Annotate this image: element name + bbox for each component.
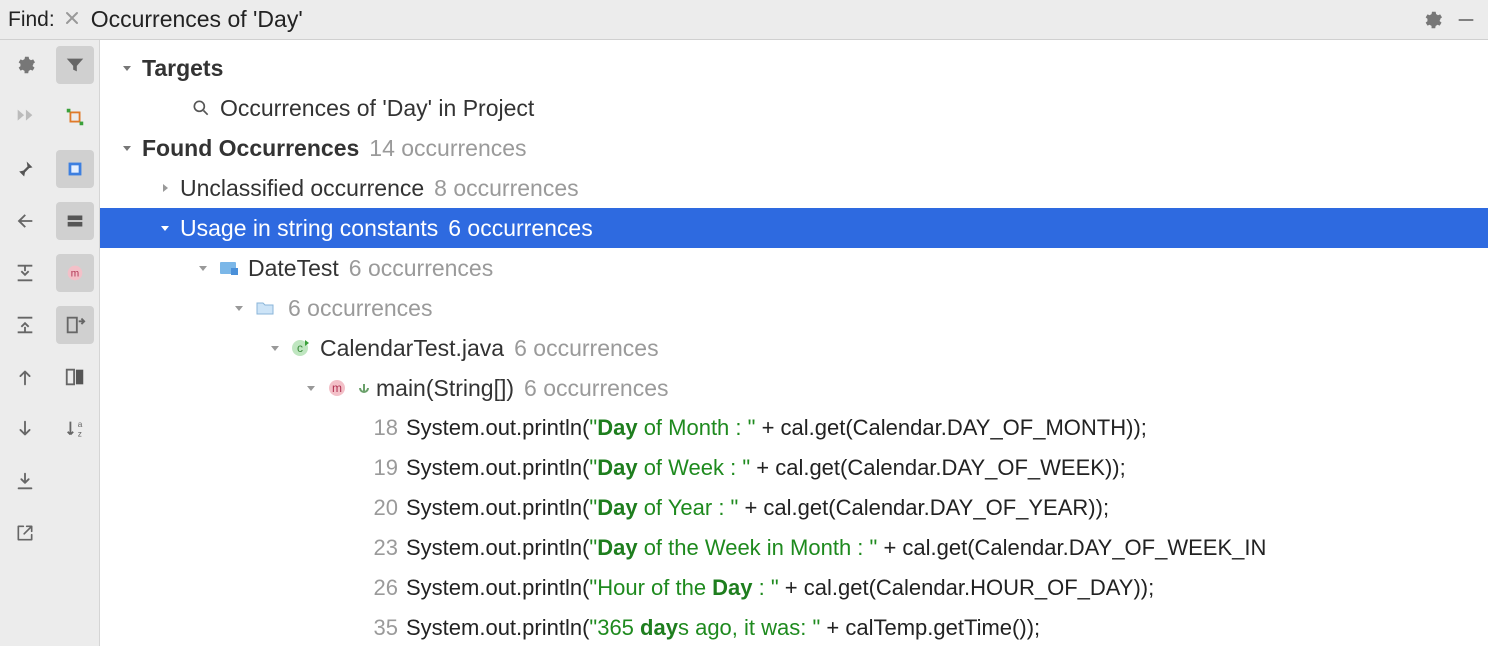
chevron-down-icon[interactable] bbox=[302, 379, 320, 397]
next-occurrence-icon[interactable] bbox=[6, 410, 44, 448]
usage-label: Usage in string constants bbox=[180, 215, 438, 242]
svg-text:z: z bbox=[77, 429, 81, 438]
group-usage-icon[interactable] bbox=[56, 98, 94, 136]
code-snippet: System.out.println("Day of Month : " + c… bbox=[406, 415, 1147, 441]
found-count: 14 occurrences bbox=[369, 135, 526, 162]
usage-count: 6 occurrences bbox=[448, 215, 592, 242]
filter-icon[interactable] bbox=[56, 46, 94, 84]
group-method-icon[interactable]: m bbox=[56, 254, 94, 292]
code-snippet: System.out.println("Day of the Week in M… bbox=[406, 535, 1266, 561]
code-snippet: System.out.println("365 days ago, it was… bbox=[406, 615, 1040, 641]
find-header: Find: Occurrences of 'Day' bbox=[0, 0, 1488, 40]
method-icon: m bbox=[326, 377, 348, 399]
occurrence-row[interactable]: 35 System.out.println("365 days ago, it w… bbox=[100, 608, 1488, 646]
collapse-all-icon[interactable] bbox=[6, 306, 44, 344]
targets-sub-label: Occurrences of 'Day' in Project bbox=[220, 95, 534, 122]
code-snippet: System.out.println("Day of Week : " + ca… bbox=[406, 455, 1126, 481]
code-snippet: System.out.println("Day of Year : " + ca… bbox=[406, 495, 1109, 521]
preview-icon[interactable] bbox=[56, 358, 94, 396]
method-count: 6 occurrences bbox=[524, 375, 668, 402]
svg-text:c: c bbox=[297, 341, 303, 355]
export-bottom-icon[interactable] bbox=[6, 462, 44, 500]
rerun-icon[interactable] bbox=[6, 98, 44, 136]
static-icon bbox=[356, 377, 372, 399]
occurrence-row[interactable]: 20 System.out.println("Day of Year : " + … bbox=[100, 488, 1488, 528]
back-icon[interactable] bbox=[6, 202, 44, 240]
occurrence-row[interactable]: 19 System.out.println("Day of Week : " + … bbox=[100, 448, 1488, 488]
tool-column-right: m az bbox=[50, 40, 100, 646]
line-number: 35 bbox=[362, 615, 398, 641]
targets-label: Targets bbox=[142, 55, 223, 82]
unclassified-node[interactable]: Unclassified occurrence 8 occurrences bbox=[100, 168, 1488, 208]
usage-node[interactable]: Usage in string constants 6 occurrences bbox=[100, 208, 1488, 248]
find-label: Find: bbox=[8, 8, 55, 32]
chevron-down-icon[interactable] bbox=[118, 59, 136, 77]
module-node[interactable]: DateTest 6 occurrences bbox=[100, 248, 1488, 288]
svg-text:a: a bbox=[77, 420, 82, 429]
line-number: 26 bbox=[362, 575, 398, 601]
found-label: Found Occurrences bbox=[142, 135, 359, 162]
results-tree[interactable]: Targets Occurrences of 'Day' in Project … bbox=[100, 40, 1488, 646]
chevron-down-icon[interactable] bbox=[194, 259, 212, 277]
chevron-down-icon[interactable] bbox=[118, 139, 136, 157]
method-node[interactable]: m main(String[]) 6 occurrences bbox=[100, 368, 1488, 408]
search-icon bbox=[190, 97, 212, 119]
open-external-icon[interactable] bbox=[6, 514, 44, 552]
tool-column-left bbox=[0, 40, 50, 646]
line-number: 20 bbox=[362, 495, 398, 521]
group-module-icon[interactable] bbox=[56, 150, 94, 188]
module-icon bbox=[218, 257, 240, 279]
folder-count: 6 occurrences bbox=[288, 295, 432, 322]
found-node[interactable]: Found Occurrences 14 occurrences bbox=[100, 128, 1488, 168]
chevron-down-icon[interactable] bbox=[156, 219, 174, 237]
pin-icon[interactable] bbox=[6, 150, 44, 188]
folder-node[interactable]: 6 occurrences bbox=[100, 288, 1488, 328]
close-tab-icon[interactable] bbox=[65, 9, 79, 30]
line-number: 23 bbox=[362, 535, 398, 561]
unclassified-label: Unclassified occurrence bbox=[180, 175, 424, 202]
chevron-down-icon[interactable] bbox=[266, 339, 284, 357]
method-label: main(String[]) bbox=[376, 375, 514, 402]
targets-node[interactable]: Targets bbox=[100, 48, 1488, 88]
chevron-right-icon[interactable] bbox=[156, 179, 174, 197]
file-node[interactable]: c CalendarTest.java 6 occurrences bbox=[100, 328, 1488, 368]
code-snippet: System.out.println("Hour of the Day : " … bbox=[406, 575, 1154, 601]
folder-icon bbox=[254, 297, 276, 319]
occurrence-row[interactable]: 18 System.out.println("Day of Month : " +… bbox=[100, 408, 1488, 448]
module-count: 6 occurrences bbox=[349, 255, 493, 282]
file-label: CalendarTest.java bbox=[320, 335, 504, 362]
class-icon: c bbox=[290, 337, 312, 359]
unclassified-count: 8 occurrences bbox=[434, 175, 578, 202]
svg-text:m: m bbox=[70, 269, 78, 280]
settings-icon[interactable] bbox=[6, 46, 44, 84]
occurrence-row[interactable]: 26 System.out.println("Hour of the Day : … bbox=[100, 568, 1488, 608]
chevron-down-icon[interactable] bbox=[230, 299, 248, 317]
targets-sub-node[interactable]: Occurrences of 'Day' in Project bbox=[100, 88, 1488, 128]
line-number: 18 bbox=[362, 415, 398, 441]
autoscroll-icon[interactable] bbox=[56, 306, 94, 344]
sort-icon[interactable]: az bbox=[56, 410, 94, 448]
line-number: 19 bbox=[362, 455, 398, 481]
gear-icon[interactable] bbox=[1418, 6, 1446, 34]
module-label: DateTest bbox=[248, 255, 339, 282]
occurrence-row[interactable]: 23 System.out.println("Day of the Week in… bbox=[100, 528, 1488, 568]
expand-all-icon[interactable] bbox=[6, 254, 44, 292]
find-title: Occurrences of 'Day' bbox=[91, 6, 303, 33]
svg-text:m: m bbox=[332, 381, 342, 395]
file-count: 6 occurrences bbox=[514, 335, 658, 362]
minimize-icon[interactable] bbox=[1452, 6, 1480, 34]
prev-occurrence-icon[interactable] bbox=[6, 358, 44, 396]
group-package-icon[interactable] bbox=[56, 202, 94, 240]
